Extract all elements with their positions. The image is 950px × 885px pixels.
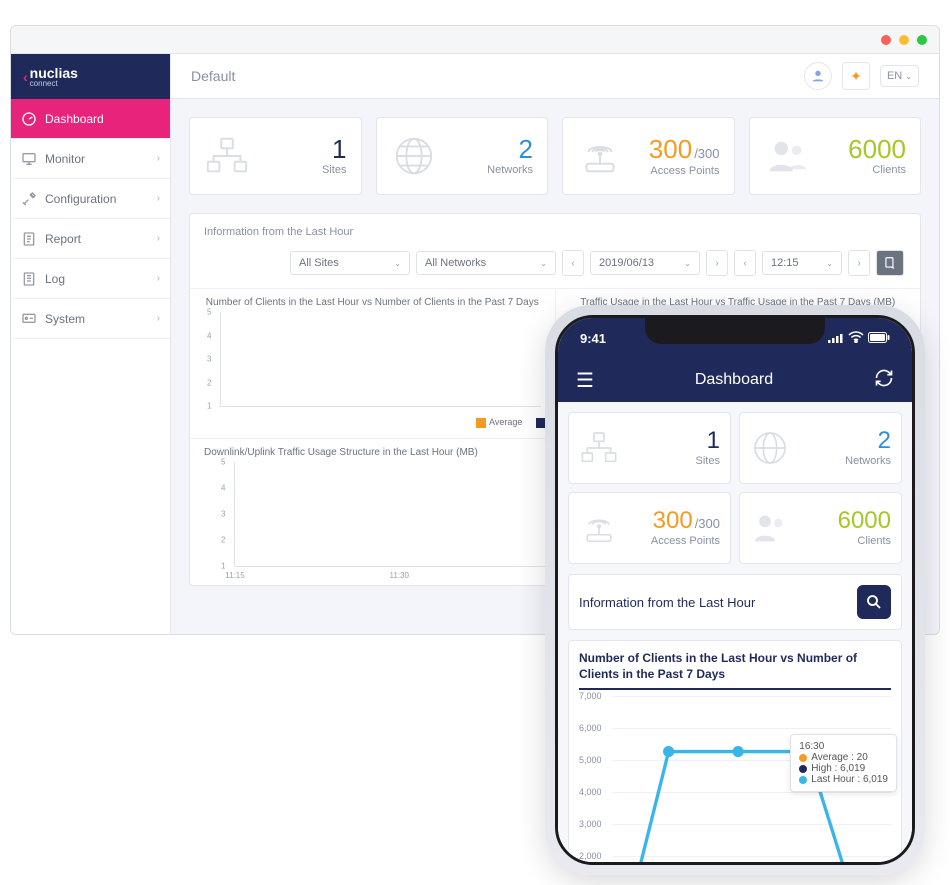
phone-info-bar: Information from the Last Hour <box>568 574 902 630</box>
time-prev[interactable]: ‹ <box>734 250 756 276</box>
ap-icon <box>577 133 623 179</box>
sidebar: ‹ nuclias connect Dashboard Monitor › <box>11 54 171 634</box>
tile-access-points[interactable]: 300/300 Access Points <box>562 117 735 195</box>
phone-chart: Number of Clients in the Last Hour vs Nu… <box>568 640 902 862</box>
battery-icon <box>868 331 890 346</box>
header: Default ✦ EN ⌄ <box>171 54 939 99</box>
chart-title: Number of Clients in the Last Hour vs Nu… <box>204 297 541 308</box>
system-icon <box>21 311 37 327</box>
tile-label: Sites <box>262 164 347 176</box>
summary-tiles: 1 Sites 2 Networks 300/300 Access Points 60… <box>189 117 921 195</box>
sidebar-item-label: System <box>45 312 85 326</box>
ap-icon <box>579 508 619 548</box>
window-max-icon[interactable] <box>917 35 927 45</box>
search-button[interactable] <box>857 585 891 619</box>
chevron-right-icon: › <box>157 233 160 244</box>
chevron-down-icon: ⌄ <box>540 259 547 268</box>
phone-chart-title: Number of Clients in the Last Hour vs Nu… <box>579 651 891 690</box>
ptile-sites[interactable]: 1Sites <box>568 412 731 484</box>
filter-bar: All Sites⌄ All Networks⌄ ‹ 2019/06/13⌄ ›… <box>190 250 920 288</box>
window-close-icon[interactable] <box>881 35 891 45</box>
date-prev[interactable]: ‹ <box>562 250 584 276</box>
sites-icon <box>579 428 619 468</box>
sites-icon <box>204 133 250 179</box>
chevron-right-icon: › <box>157 313 160 324</box>
tile-value: 2 <box>449 136 534 162</box>
clients-icon <box>764 133 810 179</box>
tile-label: Clients <box>822 164 907 176</box>
tools-icon <box>21 191 37 207</box>
sidebar-item-label: Configuration <box>45 192 116 206</box>
phone-body: 1Sites 2Networks 300/300Access Points 60… <box>558 402 912 862</box>
phone-header: ☰ Dashboard <box>558 358 912 402</box>
tile-label: Access Points <box>635 165 720 177</box>
time-next[interactable]: › <box>848 250 870 276</box>
chart-tooltip: 16:30 Average : 20 High : 6,019 Last Hou… <box>790 734 897 792</box>
network-icon[interactable]: ✦ <box>842 62 870 90</box>
tile-value: 6000 <box>822 136 907 162</box>
chevron-down-icon: ⌄ <box>394 259 401 268</box>
sidebar-item-label: Log <box>45 272 65 286</box>
tooltip-time: 16:30 <box>799 741 888 752</box>
chevron-right-icon: › <box>157 273 160 284</box>
tile-clients[interactable]: 6000 Clients <box>749 117 922 195</box>
brand-logo: ‹ nuclias connect <box>11 54 170 99</box>
tile-value: 1 <box>262 136 347 162</box>
tile-networks[interactable]: 2 Networks <box>376 117 549 195</box>
sidebar-item-dashboard[interactable]: Dashboard <box>11 99 170 139</box>
chevron-right-icon: › <box>157 193 160 204</box>
user-avatar-icon[interactable] <box>804 62 832 90</box>
globe-icon <box>391 133 437 179</box>
filter-networks[interactable]: All Networks⌄ <box>416 251 556 275</box>
phone-time: 9:41 <box>580 331 606 346</box>
tile-label: Networks <box>449 164 534 176</box>
browser-titlebar <box>11 26 939 54</box>
date-next[interactable]: › <box>706 250 728 276</box>
sidebar-item-log[interactable]: Log › <box>11 259 170 299</box>
window-min-icon[interactable] <box>899 35 909 45</box>
sidebar-item-configuration[interactable]: Configuration › <box>11 179 170 219</box>
wifi-icon <box>848 331 864 346</box>
ptile-aps[interactable]: 300/300Access Points <box>568 492 731 564</box>
sidebar-item-label: Dashboard <box>45 112 104 126</box>
phone-notch <box>645 318 825 344</box>
monitor-icon <box>21 151 37 167</box>
tile-sites[interactable]: 1 Sites <box>189 117 362 195</box>
ptile-networks[interactable]: 2Networks <box>739 412 902 484</box>
filter-sites[interactable]: All Sites⌄ <box>290 251 410 275</box>
hamburger-icon[interactable]: ☰ <box>576 368 594 393</box>
ptile-clients[interactable]: 6000Clients <box>739 492 902 564</box>
chevron-right-icon: › <box>157 153 160 164</box>
page-title: Default <box>191 68 235 84</box>
log-icon <box>21 271 37 287</box>
signal-icon <box>828 331 844 346</box>
globe-icon <box>750 428 790 468</box>
panel-title: Information from the Last Hour <box>190 214 920 250</box>
export-button[interactable] <box>876 250 904 276</box>
sidebar-item-monitor[interactable]: Monitor › <box>11 139 170 179</box>
chart-clients: Number of Clients in the Last Hour vs Nu… <box>190 289 556 407</box>
language-select[interactable]: EN ⌄ <box>880 65 919 87</box>
phone-title: Dashboard <box>695 371 773 389</box>
filter-time[interactable]: 12:15⌄ <box>762 251 842 275</box>
refresh-icon[interactable] <box>874 368 894 393</box>
sidebar-item-system[interactable]: System › <box>11 299 170 339</box>
logo-chevron-icon: ‹ <box>23 69 28 85</box>
tile-value: 300 <box>649 134 692 164</box>
phone-mockup: 9:41 ☰ Dashboard <box>545 305 925 875</box>
dashboard-icon <box>21 111 37 127</box>
filter-date[interactable]: 2019/06/13⌄ <box>590 251 700 275</box>
sidebar-item-label: Monitor <box>45 152 85 166</box>
clients-icon <box>750 508 790 548</box>
phone-info-label: Information from the Last Hour <box>579 595 755 610</box>
chevron-down-icon: ⌄ <box>826 259 833 268</box>
chevron-down-icon: ⌄ <box>684 259 691 268</box>
sidebar-item-report[interactable]: Report › <box>11 219 170 259</box>
report-icon <box>21 231 37 247</box>
sidebar-item-label: Report <box>45 232 81 246</box>
tile-sub: /300 <box>694 146 719 161</box>
